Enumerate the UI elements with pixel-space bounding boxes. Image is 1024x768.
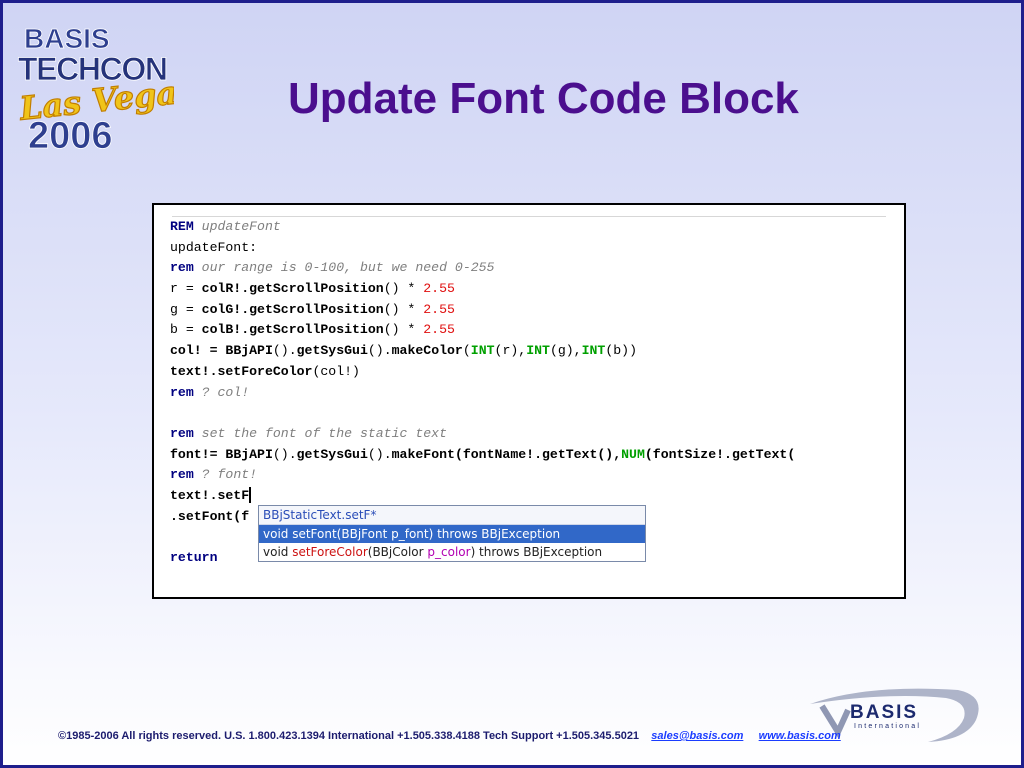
text-cursor [249, 487, 252, 504]
code-text: BBjAPI [225, 446, 273, 462]
basis-logo-name: BASIS [850, 702, 918, 723]
techcon-logo: BASIS TECHCON Las Vegas 2006 [16, 23, 174, 155]
comment: set the font of the static text [193, 425, 447, 441]
comment: our range is 0-100, but we need 0-255 [193, 260, 495, 276]
builtin-function: NUM [621, 446, 645, 462]
code-line: col! = BBjAPI().getSysGui().makeColor(IN… [170, 341, 888, 362]
keyword: REM [170, 219, 194, 234]
method-name: setForeColor [292, 545, 368, 559]
code-text: (). [367, 446, 392, 462]
code-line: font!= BBjAPI().getSysGui().makeFont(fon… [170, 445, 888, 466]
code-text: text!.setF [170, 487, 250, 503]
return-type: void [263, 545, 293, 559]
autocomplete-header: BBjStaticText.setF* [259, 506, 645, 525]
throws-clause: ) throws BBjException [470, 545, 603, 559]
code-text: text!.setForeColor [170, 363, 313, 379]
builtin-function: INT [581, 343, 606, 359]
basis-logo-tagline: International [854, 723, 921, 730]
comment: updateFont [193, 219, 281, 234]
code-line: rem our range is 0-100, but we need 0-25… [170, 258, 888, 279]
label: updateFont: [170, 239, 258, 255]
param-name: p_color [427, 545, 471, 559]
autocomplete-popup[interactable]: BBjStaticText.setF* void setFont(BBjFont… [258, 505, 646, 562]
code-line: REM updateFont [170, 217, 888, 238]
code-text: g = [170, 301, 202, 317]
code-line: b = colB!.getScrollPosition() * 2.55 [170, 320, 888, 341]
logo-line4: 2006 [28, 115, 113, 155]
autocomplete-item-setforecolor[interactable]: void setForeColor(BBjColor p_color) thro… [259, 543, 645, 561]
comment: ? col! [193, 384, 250, 400]
code-text: (g), [549, 343, 582, 359]
keyword: return [170, 550, 218, 565]
slide-title: Update Font Code Block [288, 74, 799, 123]
code-text: (). [272, 446, 297, 462]
code-text: (r), [494, 343, 527, 359]
code-text: getSysGui [296, 343, 368, 359]
code-text: font!= [170, 446, 226, 462]
code-text: (fontName!.getText(), [454, 446, 622, 462]
autocomplete-item-setfont[interactable]: void setFont(BBjFont p_font) throws BBjE… [259, 525, 645, 543]
code-text: () * [383, 281, 424, 297]
code-text: makeColor [391, 343, 463, 359]
code-line: g = colG!.getScrollPosition() * 2.55 [170, 300, 888, 321]
code-text: colG!.getScrollPosition [201, 301, 384, 317]
footer-copyright: ©1985-2006 All rights reserved. U.S. 1.8… [58, 730, 640, 742]
code-text: () * [383, 301, 424, 317]
code-text: ( [462, 343, 471, 359]
code-line: text!.setForeColor(col!) [170, 362, 888, 383]
builtin-function: INT [470, 343, 495, 359]
code-text: (fontSize!.getText( [644, 446, 796, 462]
code-text: getSysGui [296, 446, 368, 462]
footer: ©1985-2006 All rights reserved. U.S. 1.8… [58, 730, 918, 742]
code-text: colR!.getScrollPosition [201, 281, 384, 297]
code-text: b = [170, 322, 202, 338]
code-line: rem ? font! [170, 465, 888, 486]
keyword: rem [170, 260, 194, 276]
code-text: (b)) [605, 343, 637, 359]
code-text: () * [383, 322, 424, 338]
keyword: rem [170, 425, 194, 441]
code-text: r = [170, 281, 202, 297]
number-literal: 2.55 [423, 322, 455, 338]
code-line: text!.setF [170, 486, 888, 507]
keyword: rem [170, 467, 194, 483]
code-text: makeFont [391, 446, 455, 462]
footer-website-link[interactable]: www.basis.com [759, 730, 841, 742]
code-text: (). [272, 343, 297, 359]
code-line: r = colR!.getScrollPosition() * 2.55 [170, 279, 888, 300]
number-literal: 2.55 [423, 301, 455, 317]
code-line: rem set the font of the static text [170, 424, 888, 445]
code-line: rem ? col! [170, 383, 888, 404]
param-type: (BBjColor [367, 545, 428, 559]
code-line: updateFont: [170, 238, 888, 259]
keyword: rem [170, 384, 194, 400]
v-shape [819, 704, 851, 739]
code-text: (col!) [312, 363, 360, 379]
code-text: BBjAPI [225, 343, 273, 359]
logo-line1: BASIS [24, 23, 110, 54]
comment: ? font! [193, 467, 258, 483]
code-text: (). [367, 343, 392, 359]
code-text: .setFont(f [170, 508, 250, 524]
footer-email-link[interactable]: sales@basis.com [651, 730, 743, 742]
number-literal: 2.55 [423, 281, 455, 297]
builtin-function: INT [526, 343, 550, 359]
code-text: col! = [170, 343, 226, 359]
code-text: colB!.getScrollPosition [201, 322, 384, 338]
